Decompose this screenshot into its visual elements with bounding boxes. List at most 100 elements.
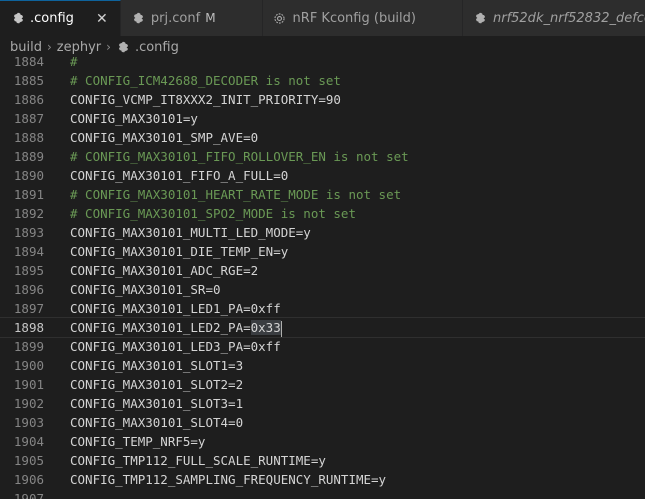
line-number: 1898 xyxy=(13,320,44,335)
code-text-content: CONFIG_MAX30101_SLOT3=1 xyxy=(70,396,244,411)
code-line[interactable]: 1889 # CONFIG_MAX30101_FIFO_ROLLOVER_EN i… xyxy=(0,147,645,166)
line-number: 1904 xyxy=(13,434,44,449)
tab-label: nrf52dk_nrf52832_defconfig xyxy=(492,10,645,26)
code-line[interactable]: 1903 CONFIG_MAX30101_SLOT4=0 xyxy=(0,413,645,432)
line-number: 1892 xyxy=(13,206,44,221)
modified-badge: M xyxy=(205,11,216,25)
code-line[interactable]: 1895 CONFIG_MAX30101_ADC_RGE=2 xyxy=(0,261,645,280)
tab-label: nRF Kconfig (build) xyxy=(292,10,416,26)
code-text-content: CONFIG_TMP112_FULL_SCALE_RUNTIME=y xyxy=(70,453,326,468)
code-line[interactable]: 1900 CONFIG_MAX30101_SLOT1=3 xyxy=(0,356,645,375)
code-text[interactable]: CONFIG_MAX30101_SLOT3=1 xyxy=(70,394,243,413)
close-icon[interactable]: ✕ xyxy=(94,11,110,27)
code-comment[interactable]: # CONFIG_MAX30101_SPO2_MODE is not set xyxy=(70,204,356,223)
tab-prj-conf[interactable]: prj.conf M ✕ xyxy=(120,0,263,36)
code-line[interactable]: 1901 CONFIG_MAX30101_SLOT2=2 xyxy=(0,375,645,394)
code-text[interactable]: CONFIG_VCMP_IT8XXX2_INIT_PRIORITY=90 xyxy=(70,90,341,109)
gear-icon xyxy=(10,12,24,26)
code-text[interactable]: CONFIG_MAX30101_SLOT1=3 xyxy=(70,356,243,375)
code-text-content: CONFIG_MAX30101=y xyxy=(70,111,198,126)
code-text[interactable]: CONFIG_MAX30101_DIE_TEMP_EN=y xyxy=(70,242,288,261)
selected-text[interactable]: 0x33 xyxy=(250,320,281,335)
code-line[interactable]: 1887 CONFIG_MAX30101=y xyxy=(0,109,645,128)
code-text[interactable]: CONFIG_TEMP_NRF5=y xyxy=(70,432,205,451)
code-text[interactable]: CONFIG_MAX30101_FIFO_A_FULL=0 xyxy=(70,166,288,185)
code-text[interactable]: CONFIG_MAX30101_MULTI_LED_MODE=y xyxy=(70,223,311,242)
tab-nrf-kconfig[interactable]: nRF Kconfig (build) ✕ xyxy=(262,0,463,36)
code-line[interactable]: 1896 CONFIG_MAX30101_SR=0 xyxy=(0,280,645,299)
code-line[interactable]: 1902 CONFIG_MAX30101_SLOT3=1 xyxy=(0,394,645,413)
code-text[interactable]: CONFIG_MAX30101_ADC_RGE=2 xyxy=(70,261,258,280)
code-text-content: CONFIG_MAX30101_DIE_TEMP_EN=y xyxy=(70,244,289,259)
code-text-content: CONFIG_MAX30101_SLOT4=0 xyxy=(70,415,244,430)
code-text-content: CONFIG_VCMP_IT8XXX2_INIT_PRIORITY=90 xyxy=(70,92,341,107)
code-text-content: CONFIG_MAX30101_MULTI_LED_MODE=y xyxy=(70,225,311,240)
line-number: 1890 xyxy=(13,168,44,183)
code-line[interactable]: 1906 CONFIG_TMP112_SAMPLING_FREQUENCY_RUN… xyxy=(0,470,645,489)
line-number: 1903 xyxy=(13,415,44,430)
code-text[interactable]: CONFIG_TMP112_SAMPLING_FREQUENCY_RUNTIME… xyxy=(70,470,386,489)
code-text-content: # CONFIG_MAX30101_SPO2_MODE is not set xyxy=(70,206,356,221)
code-text-content: # xyxy=(70,54,78,69)
editor-tab-bar: .config ✕ prj.conf M ✕ nRF Kconfig (buil… xyxy=(0,0,645,36)
code-text-content: CONFIG_TMP112_SAMPLING_FREQUENCY_RUNTIME… xyxy=(70,472,387,487)
code-text-content: CONFIG_MAX30101_ADC_RGE=2 xyxy=(70,263,259,278)
line-number: 1906 xyxy=(13,472,44,487)
line-number: 1893 xyxy=(13,225,44,240)
line-number: 1905 xyxy=(13,453,44,468)
code-line[interactable]: 1892 # CONFIG_MAX30101_SPO2_MODE is not s… xyxy=(0,204,645,223)
code-comment[interactable]: # xyxy=(70,52,78,71)
line-number: 1900 xyxy=(13,358,44,373)
code-line[interactable]: 1907 xyxy=(0,489,645,499)
code-text[interactable]: CONFIG_MAX30101=y xyxy=(70,109,198,128)
code-line[interactable]: 1893 CONFIG_MAX30101_MULTI_LED_MODE=y xyxy=(0,223,645,242)
code-line[interactable]: 1899 CONFIG_MAX30101_LED3_PA=0xff xyxy=(0,337,645,356)
code-text[interactable]: CONFIG_MAX30101_SR=0 xyxy=(70,280,221,299)
code-comment[interactable]: # CONFIG_MAX30101_HEART_RATE_MODE is not… xyxy=(70,185,401,204)
code-text-content: CONFIG_MAX30101_LED1_PA=0xff xyxy=(70,301,281,316)
line-number: 1889 xyxy=(13,149,44,164)
settings-outline-icon xyxy=(273,11,287,25)
code-line[interactable]: 1891 # CONFIG_MAX30101_HEART_RATE_MODE is… xyxy=(0,185,645,204)
code-line[interactable]: 1886 CONFIG_VCMP_IT8XXX2_INIT_PRIORITY=90 xyxy=(0,90,645,109)
line-number: 1895 xyxy=(13,263,44,278)
code-text-content: CONFIG_MAX30101_SR=0 xyxy=(70,282,221,297)
code-line[interactable]: 1885 # CONFIG_ICM42688_DECODER is not set xyxy=(0,71,645,90)
line-number: 1884 xyxy=(13,54,44,69)
code-line[interactable]: 1894 CONFIG_MAX30101_DIE_TEMP_EN=y xyxy=(0,242,645,261)
code-text[interactable]: CONFIG_MAX30101_LED1_PA=0xff xyxy=(70,299,281,318)
line-number: 1902 xyxy=(13,396,44,411)
code-text-content: CONFIG_TEMP_NRF5=y xyxy=(70,434,206,449)
line-number: 1897 xyxy=(13,301,44,316)
tab-defconfig[interactable]: nrf52dk_nrf52832_defconfig ✕ xyxy=(462,0,645,36)
code-comment[interactable]: # CONFIG_MAX30101_FIFO_ROLLOVER_EN is no… xyxy=(70,147,409,166)
code-line[interactable]: 1905 CONFIG_TMP112_FULL_SCALE_RUNTIME=y xyxy=(0,451,645,470)
code-line[interactable]: 1888 CONFIG_MAX30101_SMP_AVE=0 xyxy=(0,128,645,147)
tab-config[interactable]: .config ✕ xyxy=(0,0,121,36)
line-number: 1891 xyxy=(13,187,44,202)
line-number: 1899 xyxy=(13,339,44,354)
line-number: 1887 xyxy=(13,111,44,126)
code-editor[interactable]: 1884 #1885 # CONFIG_ICM42688_DECODER is no… xyxy=(0,52,645,499)
gear-icon xyxy=(131,11,145,25)
code-line[interactable]: 1890 CONFIG_MAX30101_FIFO_A_FULL=0 xyxy=(0,166,645,185)
line-number: 1888 xyxy=(13,130,44,145)
code-text[interactable]: CONFIG_MAX30101_LED2_PA=0x33 xyxy=(70,318,282,337)
code-text[interactable]: CONFIG_MAX30101_LED3_PA=0xff xyxy=(70,337,281,356)
code-line[interactable]: 1884 # xyxy=(0,52,645,71)
code-text[interactable]: CONFIG_MAX30101_SLOT2=2 xyxy=(70,375,243,394)
line-number: 1894 xyxy=(13,244,44,259)
gear-icon xyxy=(473,11,487,25)
code-text-content: CONFIG_MAX30101_SLOT1=3 xyxy=(70,358,244,373)
code-line[interactable]: 1904 CONFIG_TEMP_NRF5=y xyxy=(0,432,645,451)
line-number: 1907 xyxy=(13,491,44,499)
code-text[interactable]: CONFIG_TMP112_FULL_SCALE_RUNTIME=y xyxy=(70,451,326,470)
code-text[interactable]: CONFIG_MAX30101_SLOT4=0 xyxy=(70,413,243,432)
text-cursor xyxy=(280,320,282,337)
code-text[interactable]: CONFIG_MAX30101_SMP_AVE=0 xyxy=(70,128,258,147)
code-comment[interactable]: # CONFIG_ICM42688_DECODER is not set xyxy=(70,71,341,90)
code-line[interactable]: 1898 CONFIG_MAX30101_LED2_PA=0x33 xyxy=(0,317,645,338)
code-text-content: CONFIG_MAX30101_SMP_AVE=0 xyxy=(70,130,259,145)
code-line[interactable]: 1897 CONFIG_MAX30101_LED1_PA=0xff xyxy=(0,299,645,318)
line-number: 1886 xyxy=(13,92,44,107)
